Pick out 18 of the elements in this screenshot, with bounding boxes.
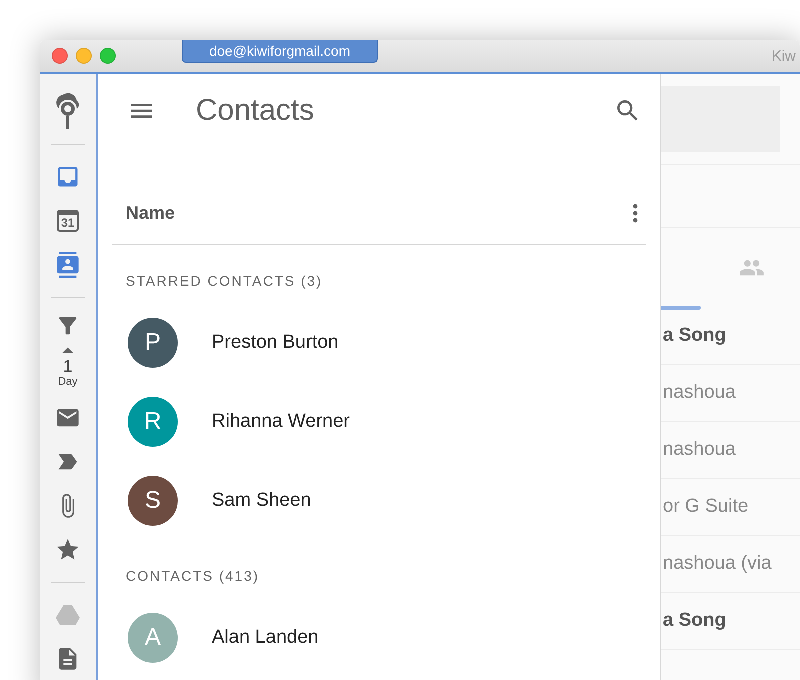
section-heading: CONTACTS (413) — [125, 567, 261, 586]
close-button[interactable] — [52, 48, 68, 64]
contact-name[interactable]: Rihanna Werner — [212, 410, 350, 432]
range-unit: Day — [58, 376, 78, 388]
contact-name[interactable]: Sam Sheen — [212, 490, 312, 512]
sort-label[interactable]: Name — [126, 202, 176, 224]
panel-title: Contacts — [196, 94, 316, 128]
contact-avatar[interactable]: S — [128, 476, 178, 526]
more-vertical-icon — [633, 204, 638, 222]
contact-name[interactable]: Alan Landen — [212, 626, 319, 648]
contact-avatar[interactable]: R — [128, 396, 178, 446]
contact-name[interactable]: Preston Burton — [212, 332, 339, 354]
range-value: 1 — [63, 358, 73, 376]
contact-avatar[interactable]: P — [128, 318, 178, 368]
mail-sender[interactable]: a Song — [661, 593, 800, 650]
window-title: Kiw — [772, 48, 796, 64]
section-heading: STARRED CONTACTS (3) — [125, 272, 324, 291]
mail-sender[interactable]: a Song — [661, 308, 800, 365]
